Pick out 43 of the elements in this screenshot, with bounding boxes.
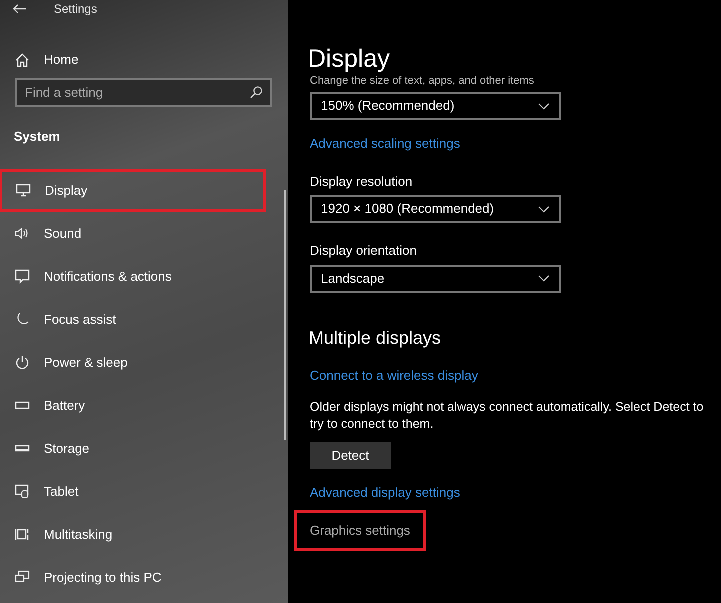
speech-bubble-icon — [15, 269, 30, 284]
detect-button[interactable]: Detect — [310, 442, 391, 469]
sidebar-item[interactable]: Power & sleep — [0, 341, 288, 384]
sidebar-item[interactable]: Focus assist — [0, 298, 288, 341]
sidebar-item[interactable]: Multitasking — [0, 513, 288, 556]
sidebar-item[interactable]: Sound — [0, 212, 288, 255]
field-label: Display resolution — [310, 172, 414, 191]
speaker-icon — [15, 226, 30, 241]
dropdown[interactable]: Landscape — [310, 264, 561, 292]
link[interactable]: Advanced display settings — [310, 483, 460, 502]
tablet-icon — [15, 484, 30, 499]
sidebar-item[interactable]: Display — [0, 169, 266, 212]
field-label: Display orientation — [310, 242, 418, 260]
caption-text: Change the size of text, apps, and other items — [310, 75, 536, 88]
link[interactable]: Graphics settings — [294, 510, 426, 551]
sidebar-item[interactable]: Battery — [0, 384, 288, 427]
page-title: Display — [308, 44, 391, 74]
moon-icon — [15, 312, 30, 327]
search-icon — [250, 86, 263, 99]
description-text: Older displays might not always connect automatically. Select Detect to try to connect to them. — [310, 399, 705, 433]
multitasking-icon — [15, 527, 30, 542]
search-field[interactable]: Find a setting — [15, 78, 272, 107]
section-heading: System — [13, 128, 62, 145]
sidebar-item[interactable]: Notifications & actions — [0, 255, 288, 298]
dropdown[interactable]: 150% (Recommended) — [310, 92, 561, 120]
chevron-down-icon — [538, 206, 550, 212]
scrollbar[interactable] — [284, 190, 286, 440]
projecting-icon — [15, 570, 30, 585]
sidebar-item[interactable]: Tablet — [0, 470, 288, 513]
home-icon — [15, 52, 30, 68]
chevron-down-icon — [538, 102, 550, 110]
link[interactable]: Advanced scaling settings — [310, 134, 460, 154]
dropdown[interactable]: 1920 × 1080 (Recommended) — [310, 195, 561, 223]
back-arrow-icon[interactable] — [13, 4, 27, 14]
link[interactable]: Connect to a wireless display — [310, 366, 478, 385]
monitor-icon — [16, 183, 31, 198]
window-title: Settings — [54, 1, 98, 18]
sidebar-item[interactable]: Storage — [0, 427, 288, 470]
section-heading: Multiple displays — [309, 326, 442, 350]
sidebar-item[interactable]: Projecting to this PC — [0, 556, 288, 599]
home-item[interactable]: Home — [0, 50, 288, 70]
power-icon — [15, 355, 30, 370]
chevron-down-icon — [538, 275, 550, 282]
